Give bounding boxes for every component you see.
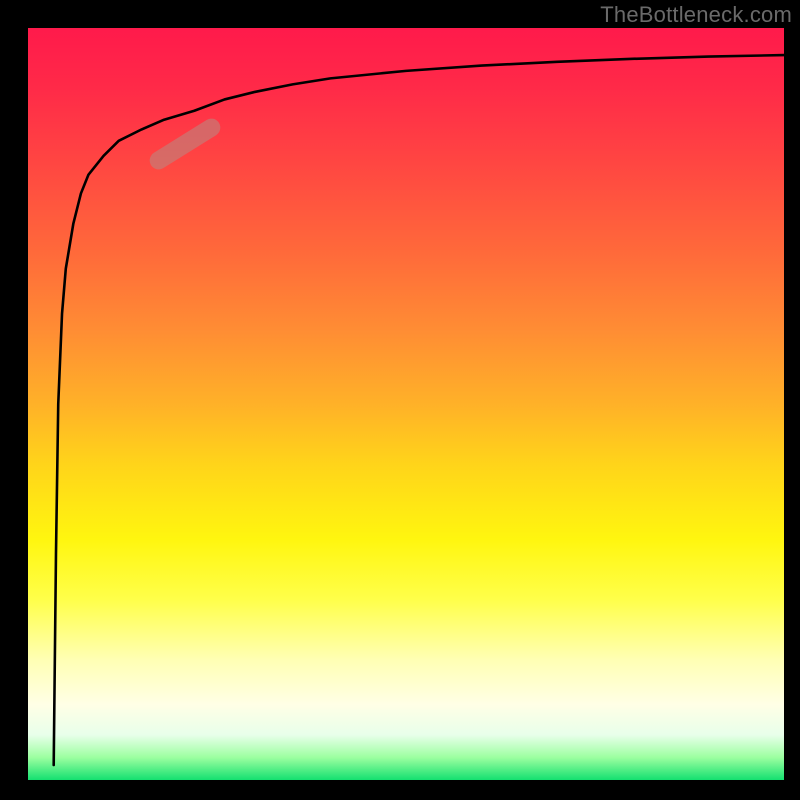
watermark-text: TheBottleneck.com bbox=[600, 2, 792, 28]
chart-gradient-background bbox=[28, 28, 784, 780]
